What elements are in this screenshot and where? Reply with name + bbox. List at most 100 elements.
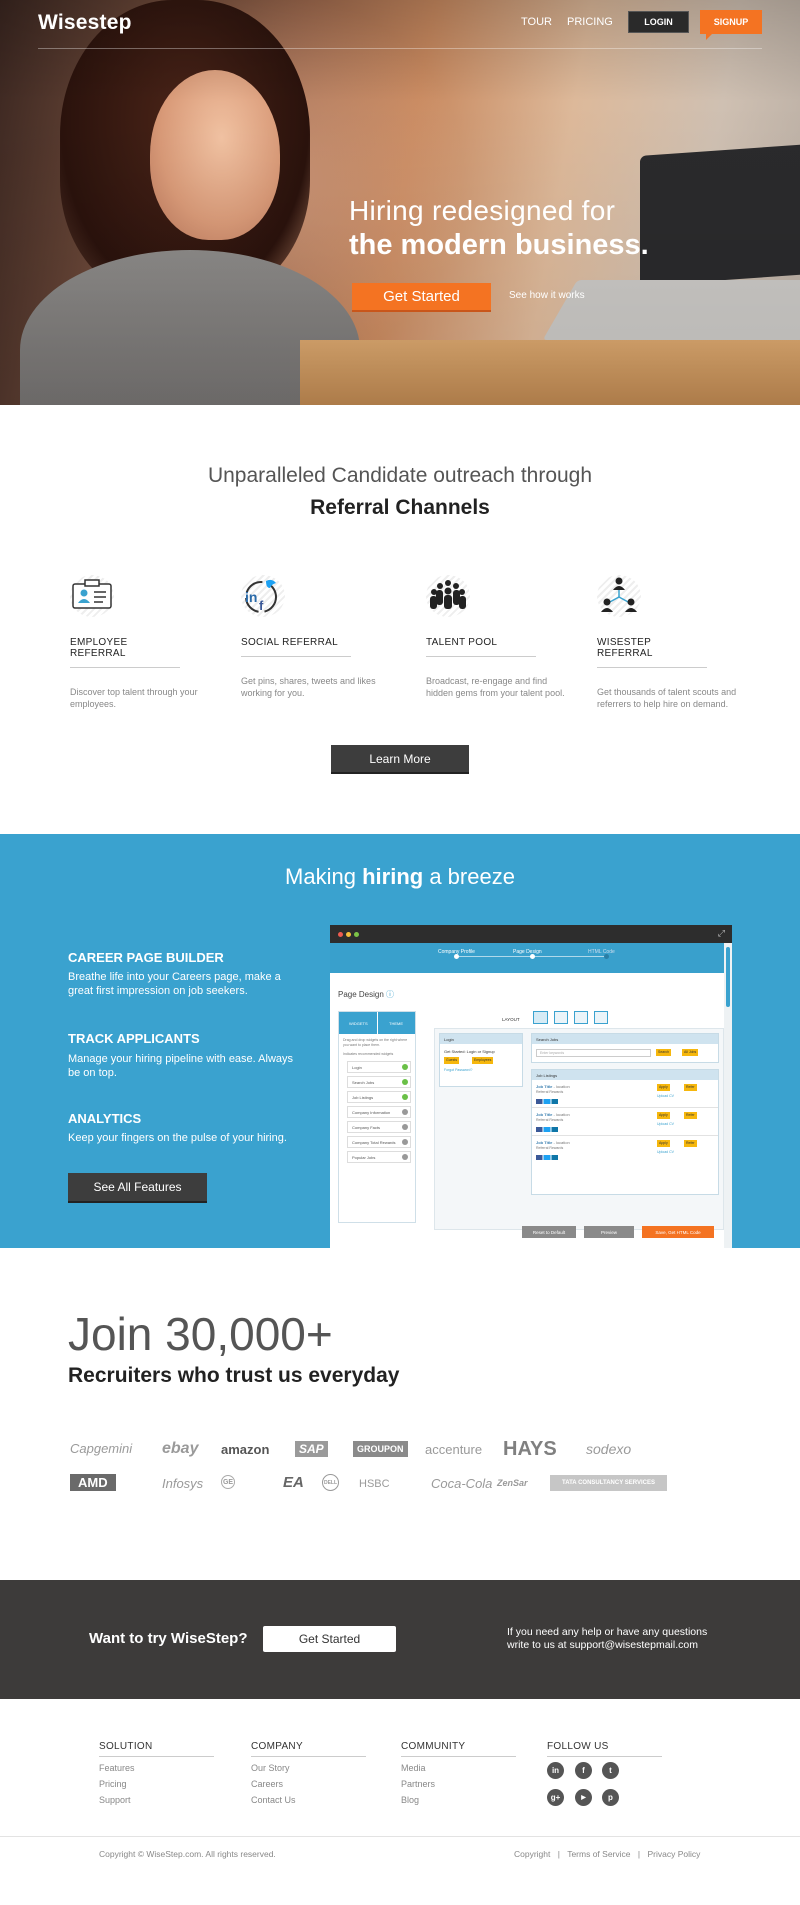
footer-link-contact-us[interactable]: Contact Us: [251, 1795, 366, 1805]
share-icons[interactable]: [536, 1099, 558, 1104]
cta-get-started-button[interactable]: Get Started: [263, 1626, 396, 1652]
employees-button[interactable]: Employees: [472, 1057, 494, 1064]
widget-company-facts[interactable]: Company Facts: [347, 1121, 411, 1133]
youtube-icon[interactable]: ▶: [575, 1789, 592, 1806]
share-icons[interactable]: [536, 1127, 558, 1132]
upload-cv-link[interactable]: Upload CV: [657, 1094, 674, 1098]
pinterest-icon[interactable]: p: [602, 1789, 619, 1806]
widget-popular-jobs[interactable]: Popular Jobs: [347, 1151, 411, 1163]
preview-button[interactable]: Preview: [584, 1226, 634, 1238]
footer-link-pricing[interactable]: Pricing: [99, 1779, 214, 1789]
save-get-html-button[interactable]: Save, Get HTML Code: [642, 1226, 714, 1238]
all-jobs-button[interactable]: All Jobs: [682, 1049, 699, 1056]
brand-logo: Capgemini: [70, 1441, 133, 1456]
app-screenshot: ⤢ Company Profile Page Design HTML Code …: [330, 925, 732, 1248]
legal-link-copyright[interactable]: Copyright: [514, 1849, 550, 1859]
signup-button[interactable]: SIGNUP: [700, 10, 762, 40]
analytics-title: ANALYTICS: [68, 1111, 142, 1126]
refer-button[interactable]: Refer: [684, 1084, 697, 1091]
footer-heading: COMPANY: [251, 1741, 366, 1757]
layout-label: LAYOUT: [502, 1017, 520, 1022]
layout-option-icon[interactable]: [594, 1011, 608, 1024]
nav-pricing-link[interactable]: PRICING: [567, 16, 613, 28]
footer-company: COMPANY Our Story Careers Contact Us: [251, 1741, 366, 1805]
feature-title: EMPLOYEE REFERRAL: [70, 637, 180, 668]
hero-headline: Hiring redesigned for: [349, 195, 616, 226]
footer-link-partners[interactable]: Partners: [401, 1779, 516, 1789]
login-button[interactable]: LOGIN: [628, 11, 689, 33]
feature-title: WISESTEP REFERRAL: [597, 637, 707, 668]
people-network-icon: [597, 575, 641, 617]
upload-cv-link[interactable]: Upload CV: [657, 1122, 674, 1126]
footer-link-support[interactable]: Support: [99, 1795, 214, 1805]
layout-option-icon[interactable]: [554, 1011, 568, 1024]
twitter-icon[interactable]: t: [602, 1762, 619, 1779]
apply-button[interactable]: Apply: [657, 1140, 670, 1147]
legal-link-privacy[interactable]: Privacy Policy: [647, 1849, 700, 1859]
upload-cv-link[interactable]: Upload CV: [657, 1150, 674, 1154]
job-row[interactable]: Job Title - location Referral Rewards: [536, 1140, 570, 1150]
expand-icon[interactable]: ⤢: [718, 928, 725, 939]
logo[interactable]: Wisestep: [38, 11, 132, 35]
job-row[interactable]: Job Title - location Referral Rewards: [536, 1084, 570, 1094]
feature-desc: Discover top talent through your employe…: [70, 687, 198, 709]
search-jobs-widget: Search Jobs Enter keywords Search All Jo…: [531, 1033, 719, 1063]
id-card-icon: [70, 575, 114, 617]
analytics-desc: Keep your fingers on the pulse of your h…: [68, 1132, 287, 1144]
footer-link-our-story[interactable]: Our Story: [251, 1763, 366, 1773]
share-icons[interactable]: [536, 1155, 558, 1160]
step-company-profile[interactable]: Company Profile: [438, 949, 475, 955]
nav-tour-link[interactable]: TOUR: [521, 16, 552, 28]
feature-title: TALENT POOL: [426, 637, 536, 657]
feature-talent-pool: TALENT POOL Broadcast, re-engage and fin…: [426, 575, 576, 699]
job-row[interactable]: Job Title - location Referral Rewards: [536, 1112, 570, 1122]
hero-headline-bold: the modern business.: [349, 229, 649, 261]
brand-logo: ZenSar: [497, 1478, 528, 1488]
feature-social-referral: in f SOCIAL REFERRAL Get pins, shares, tw…: [241, 575, 391, 699]
feature-employee-referral: EMPLOYEE REFERRAL Discover top talent th…: [70, 575, 220, 710]
feature-title: SOCIAL REFERRAL: [241, 637, 351, 657]
search-button[interactable]: Search: [656, 1049, 672, 1056]
widget-search-jobs[interactable]: Search Jobs: [347, 1076, 411, 1088]
see-how-it-works-link[interactable]: See how it works: [509, 290, 585, 301]
widget-company-information[interactable]: Company Information: [347, 1106, 411, 1118]
facebook-icon[interactable]: f: [575, 1762, 592, 1779]
forgot-password-link[interactable]: Forgot Password?: [444, 1068, 472, 1072]
brand-logo: HAYS: [503, 1438, 557, 1460]
widget-company-total-rewards[interactable]: Company Total Rewards: [347, 1136, 411, 1148]
layout-option-icon[interactable]: [533, 1011, 548, 1024]
apply-button[interactable]: Apply: [657, 1112, 670, 1119]
see-all-features-button[interactable]: See All Features: [68, 1173, 207, 1203]
linkedin-icon[interactable]: in: [547, 1762, 564, 1779]
learn-more-button[interactable]: Learn More: [331, 745, 469, 774]
minimize-dot-icon: [346, 932, 351, 937]
guests-button[interactable]: Guests: [444, 1057, 460, 1064]
tab-theme[interactable]: THEME: [389, 1021, 403, 1026]
footer-link-careers[interactable]: Careers: [251, 1779, 366, 1789]
step-html-code[interactable]: HTML Code: [588, 949, 615, 955]
widget-job-listings[interactable]: Job Listings: [347, 1091, 411, 1103]
footer-link-media[interactable]: Media: [401, 1763, 516, 1773]
cta-help-text: If you need any help or have any questio…: [507, 1626, 708, 1651]
widgets-hint: Drag and drop widgets on the right where…: [343, 1038, 408, 1047]
refer-button[interactable]: Refer: [684, 1112, 697, 1119]
widget-login[interactable]: Login: [347, 1061, 411, 1073]
brand-logo: GROUPON: [353, 1441, 408, 1457]
step-page-design[interactable]: Page Design: [513, 949, 542, 955]
footer-link-features[interactable]: Features: [99, 1763, 214, 1773]
search-keywords-input[interactable]: Enter keywords: [536, 1049, 651, 1057]
footer-heading: FOLLOW US: [547, 1741, 662, 1757]
tab-widgets[interactable]: WIDGETS: [349, 1021, 368, 1026]
legal-link-terms[interactable]: Terms of Service: [567, 1849, 630, 1859]
google-plus-icon[interactable]: g+: [547, 1789, 564, 1806]
maximize-dot-icon: [354, 932, 359, 937]
get-started-button[interactable]: Get Started: [352, 283, 491, 310]
refer-button[interactable]: Refer: [684, 1140, 697, 1147]
recommended-note: Indicates recommended widgets: [343, 1052, 394, 1056]
layout-option-icon[interactable]: [574, 1011, 588, 1024]
app-scrollbar[interactable]: [724, 943, 732, 1248]
footer-link-blog[interactable]: Blog: [401, 1795, 516, 1805]
brand-logo: GE: [221, 1475, 235, 1489]
apply-button[interactable]: Apply: [657, 1084, 670, 1091]
reset-to-default-button[interactable]: Reset to Default: [522, 1226, 576, 1238]
